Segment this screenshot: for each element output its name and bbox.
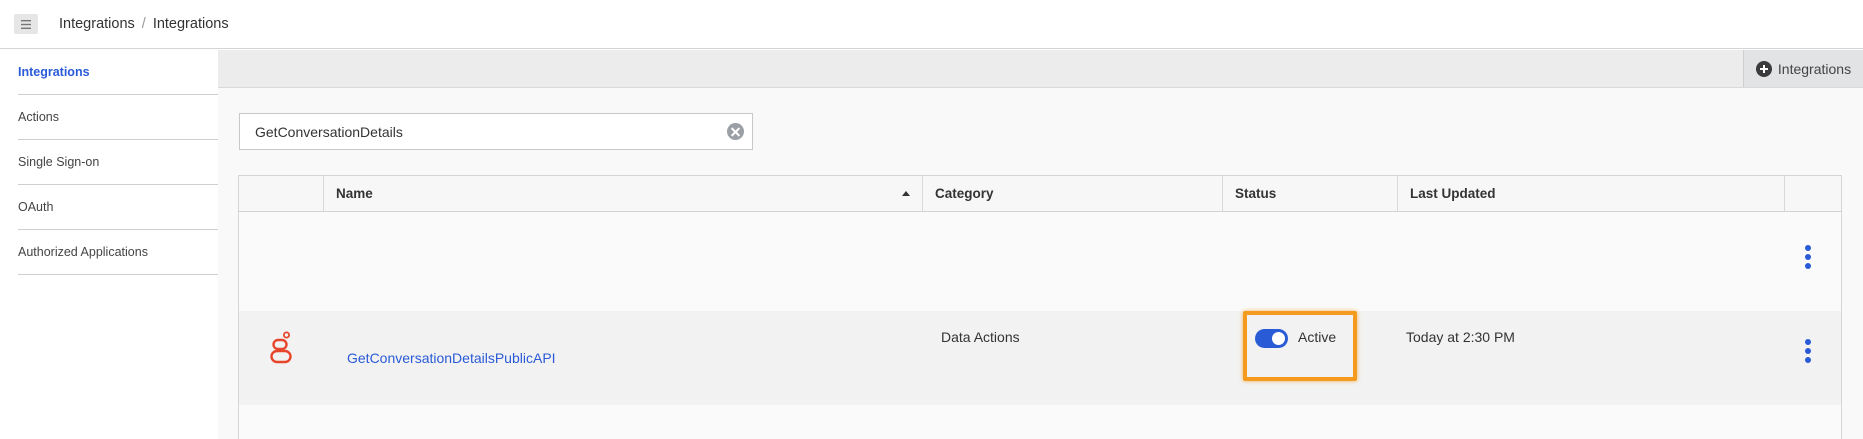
breadcrumb-current: Integrations (152, 16, 229, 32)
breadcrumb-separator: / (141, 16, 146, 32)
sidebar: Integrations Actions Single Sign-on OAut… (0, 50, 218, 439)
column-header-last-updated[interactable]: Last Updated (1397, 176, 1784, 211)
category-cell: Data Actions (941, 329, 1020, 345)
table-row[interactable]: GetConversationDetailsPublicAPI Data Act… (239, 311, 1841, 405)
integrations-table: Name Category Status Last Updated GetCon… (238, 175, 1842, 439)
column-header-actions (1784, 176, 1841, 211)
column-header-label: Name (336, 186, 373, 201)
sidebar-item-actions[interactable]: Actions (18, 95, 218, 140)
column-header-category[interactable]: Category (922, 176, 1222, 211)
more-options-icon[interactable] (1805, 245, 1811, 269)
sidebar-item-oauth[interactable]: OAuth (18, 185, 218, 230)
plus-circle-icon (1755, 60, 1772, 77)
column-header-label: Last Updated (1410, 186, 1496, 201)
sidebar-item-authorized-applications[interactable]: Authorized Applications (18, 230, 218, 275)
sort-ascending-icon (902, 191, 910, 196)
main-content: Integrations Name Category Status Last U… (218, 50, 1863, 439)
sidebar-item-label: Actions (18, 110, 59, 124)
breadcrumb: Integrations / Integrations (59, 16, 229, 32)
genesys-logo-icon (270, 331, 292, 364)
add-integration-label: Integrations (1777, 60, 1852, 77)
sidebar-item-label: Single Sign-on (18, 155, 100, 169)
sidebar-item-label: Integrations (18, 65, 90, 79)
add-integration-button[interactable]: Integrations (1743, 50, 1863, 87)
column-header-label: Status (1235, 186, 1277, 201)
sidebar-item-label: OAuth (18, 200, 54, 214)
sidebar-item-integrations[interactable]: Integrations (18, 50, 218, 95)
menu-toggle-button[interactable] (14, 14, 38, 34)
more-options-icon[interactable] (1805, 339, 1811, 363)
column-header-logo (239, 176, 323, 211)
last-updated-cell: Today at 2:30 PM (1406, 329, 1515, 345)
search-input[interactable] (240, 114, 710, 149)
status-toggle[interactable] (1255, 329, 1288, 348)
column-header-status[interactable]: Status (1222, 176, 1397, 211)
clear-icon[interactable] (727, 123, 744, 140)
top-bar: Integrations / Integrations (0, 0, 1863, 49)
column-header-label: Category (935, 186, 994, 201)
hamburger-icon (21, 19, 31, 29)
table-header: Name Category Status Last Updated (239, 176, 1841, 212)
sidebar-item-label: Authorized Applications (18, 245, 148, 259)
column-header-name[interactable]: Name (323, 176, 922, 211)
breadcrumb-link-integrations[interactable]: Integrations (59, 16, 135, 32)
action-bar: Integrations (218, 50, 1863, 88)
search-field (239, 113, 753, 150)
table-row-empty (239, 212, 1841, 311)
sidebar-item-single-sign-on[interactable]: Single Sign-on (18, 140, 218, 185)
status-highlight: Active (1243, 311, 1357, 381)
integration-name-link[interactable]: GetConversationDetailsPublicAPI (347, 350, 556, 366)
status-label: Active (1298, 329, 1337, 345)
